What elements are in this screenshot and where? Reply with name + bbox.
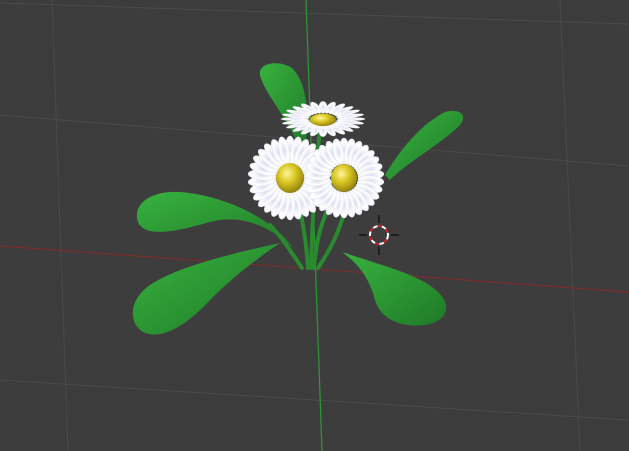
leaf-bottom-right — [342, 252, 447, 326]
3d-cursor-icon[interactable] — [359, 215, 399, 255]
viewport-canvas[interactable] — [0, 0, 629, 451]
daisy-top — [280, 101, 366, 137]
daisy-plant-model[interactable] — [132, 63, 464, 335]
3d-viewport[interactable] — [0, 0, 629, 451]
leaf-top-right — [385, 110, 464, 180]
